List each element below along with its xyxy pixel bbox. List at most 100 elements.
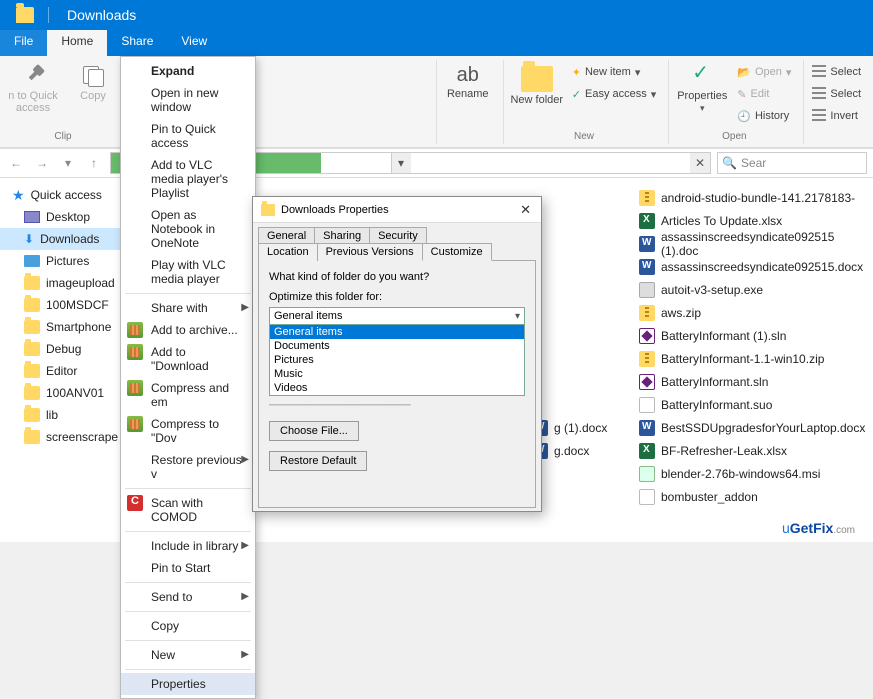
dialog-title: Downloads Properties xyxy=(281,204,389,216)
file-item[interactable]: Articles To Update.xlsx xyxy=(639,211,859,231)
winrar-icon xyxy=(127,380,143,396)
copy-button[interactable]: Copy xyxy=(66,62,120,102)
select-none-button[interactable]: Select xyxy=(810,84,863,104)
close-button[interactable]: ✕ xyxy=(516,202,535,218)
rename-button[interactable]: ab Rename xyxy=(443,62,493,100)
combo-option[interactable]: Videos xyxy=(270,381,524,395)
nav-pictures[interactable]: Pictures xyxy=(0,250,131,272)
ctx-open-new-window[interactable]: Open in new window xyxy=(121,82,255,118)
properties-dialog: Downloads Properties ✕ General Sharing S… xyxy=(252,196,542,512)
nav-desktop[interactable]: Desktop xyxy=(0,206,131,228)
file-item[interactable]: BatteryInformant.suo xyxy=(639,395,859,415)
file-item[interactable]: BF-Refresher-Leak.xlsx xyxy=(639,441,859,461)
ctx-include-library[interactable]: Include in library▶ xyxy=(121,535,255,557)
folder-icon xyxy=(261,204,275,216)
properties-button[interactable]: Properties ▾ xyxy=(675,62,729,114)
file-item[interactable]: assassinscreedsyndicate092515.docx xyxy=(639,257,859,277)
folder-icon xyxy=(24,408,40,422)
open-icon: 📂 xyxy=(737,66,751,79)
ctx-add-download[interactable]: Add to "Download xyxy=(121,341,255,377)
nav-folder-item[interactable]: screenscrape xyxy=(0,426,131,448)
ctx-properties[interactable]: Properties xyxy=(121,673,255,695)
tab-previous-versions[interactable]: Previous Versions xyxy=(317,243,423,261)
new-folder-button[interactable]: New folder xyxy=(510,62,564,106)
address-dropdown[interactable]: ▾ xyxy=(391,153,411,173)
file-item[interactable]: autoit-v3-setup.exe xyxy=(639,280,859,300)
ctx-new[interactable]: New▶ xyxy=(121,644,255,666)
ctx-vlc-playlist[interactable]: Add to VLC media player's Playlist xyxy=(121,154,255,204)
ctx-vlc-play[interactable]: Play with VLC media player xyxy=(121,254,255,290)
ctx-scan-comodo[interactable]: Scan with COMOD xyxy=(121,492,255,528)
ctx-expand[interactable]: Expand xyxy=(121,60,255,82)
up-button[interactable]: ↑ xyxy=(84,153,104,173)
file-item[interactable]: BatteryInformant-1.1-win10.zip xyxy=(639,349,859,369)
file-item[interactable]: android-studio-bundle-141.2178183- xyxy=(639,188,859,208)
combo-option[interactable]: Music xyxy=(270,367,524,381)
edit-button[interactable]: ✎Edit xyxy=(735,84,793,104)
nav-quick-access[interactable]: ★Quick access xyxy=(0,184,131,206)
folder-icon xyxy=(24,430,40,444)
tab-location[interactable]: Location xyxy=(258,243,318,261)
file-item[interactable]: g (1).docx xyxy=(532,418,607,438)
pin-quick-access-button[interactable]: n to Quick access xyxy=(6,62,60,114)
refresh-button[interactable]: ✕ xyxy=(690,153,710,173)
combo-option[interactable]: Documents xyxy=(270,339,524,353)
file-item[interactable]: BestSSDUpgradesforYourLaptop.docx xyxy=(639,418,859,438)
open-button[interactable]: 📂Open ▾ xyxy=(735,62,793,82)
tab-file[interactable]: File xyxy=(0,30,47,56)
ctx-pin-start[interactable]: Pin to Start xyxy=(121,557,255,579)
file-item[interactable]: BatteryInformant (1).sln xyxy=(639,326,859,346)
file-item[interactable]: aws.zip xyxy=(639,303,859,323)
ctx-send-to[interactable]: Send to▶ xyxy=(121,586,255,608)
star-icon: ★ xyxy=(12,187,25,204)
file-item[interactable]: bombuster_addon xyxy=(639,487,859,507)
file-item[interactable]: blender-2.76b-windows64.msi xyxy=(639,464,859,484)
file-icon xyxy=(639,236,655,252)
tab-general[interactable]: General xyxy=(258,227,315,244)
ctx-pin-quick-access[interactable]: Pin to Quick access xyxy=(121,118,255,154)
folder-icon xyxy=(521,66,553,92)
nav-folder-item[interactable]: Smartphone xyxy=(0,316,131,338)
ctx-share-with[interactable]: Share with▶ xyxy=(121,297,255,319)
nav-folder-item[interactable]: Debug xyxy=(0,338,131,360)
tab-security[interactable]: Security xyxy=(369,227,427,244)
file-item[interactable]: BatteryInformant.sln xyxy=(639,372,859,392)
restore-default-button[interactable]: Restore Default xyxy=(269,451,367,471)
optimize-combobox[interactable]: General items ▾ xyxy=(269,307,525,325)
tab-customize[interactable]: Customize xyxy=(422,243,492,261)
ctx-compress-email[interactable]: Compress and em xyxy=(121,377,255,413)
properties-icon xyxy=(690,64,714,88)
ribbon-tabs: File Home Share View xyxy=(0,30,873,56)
tab-view[interactable]: View xyxy=(167,30,221,56)
file-item[interactable]: assassinscreedsyndicate092515 (1).doc xyxy=(639,234,859,254)
tab-sharing[interactable]: Sharing xyxy=(314,227,370,244)
select-all-button[interactable]: Select xyxy=(810,62,863,82)
combo-option[interactable]: Pictures xyxy=(270,353,524,367)
tab-home[interactable]: Home xyxy=(47,30,107,56)
nav-folder-item[interactable]: 100ANV01 xyxy=(0,382,131,404)
file-item[interactable]: g.docx xyxy=(532,441,607,461)
ctx-restore-prev[interactable]: Restore previous v▶ xyxy=(121,449,255,485)
tab-share[interactable]: Share xyxy=(107,30,167,56)
choose-file-button[interactable]: Choose File... xyxy=(269,421,359,441)
nav-folder-item[interactable]: 100MSDCF xyxy=(0,294,131,316)
new-item-button[interactable]: ✦New item ▾ xyxy=(570,62,659,82)
forward-button[interactable]: → xyxy=(32,153,52,173)
nav-folder-item[interactable]: Editor xyxy=(0,360,131,382)
nav-folder-item[interactable]: imageupload xyxy=(0,272,131,294)
search-icon: 🔍 xyxy=(722,156,737,170)
nav-folder-item[interactable]: lib xyxy=(0,404,131,426)
invert-selection-button[interactable]: Invert xyxy=(810,106,863,126)
ctx-onenote[interactable]: Open as Notebook in OneNote xyxy=(121,204,255,254)
history-button[interactable]: 🕘History xyxy=(735,106,793,126)
ctx-compress-dov[interactable]: Compress to "Dov xyxy=(121,413,255,449)
easy-access-button[interactable]: ✓Easy access ▾ xyxy=(570,84,659,104)
back-button[interactable]: ← xyxy=(6,153,26,173)
nav-downloads[interactable]: ⬇Downloads xyxy=(0,228,131,250)
combo-option[interactable]: General items xyxy=(270,325,524,339)
recent-button[interactable]: ▾ xyxy=(58,153,78,173)
ctx-add-archive[interactable]: Add to archive... xyxy=(121,319,255,341)
file-icon xyxy=(639,489,655,505)
ctx-copy[interactable]: Copy xyxy=(121,615,255,637)
search-box[interactable]: 🔍 Sear xyxy=(717,152,867,174)
